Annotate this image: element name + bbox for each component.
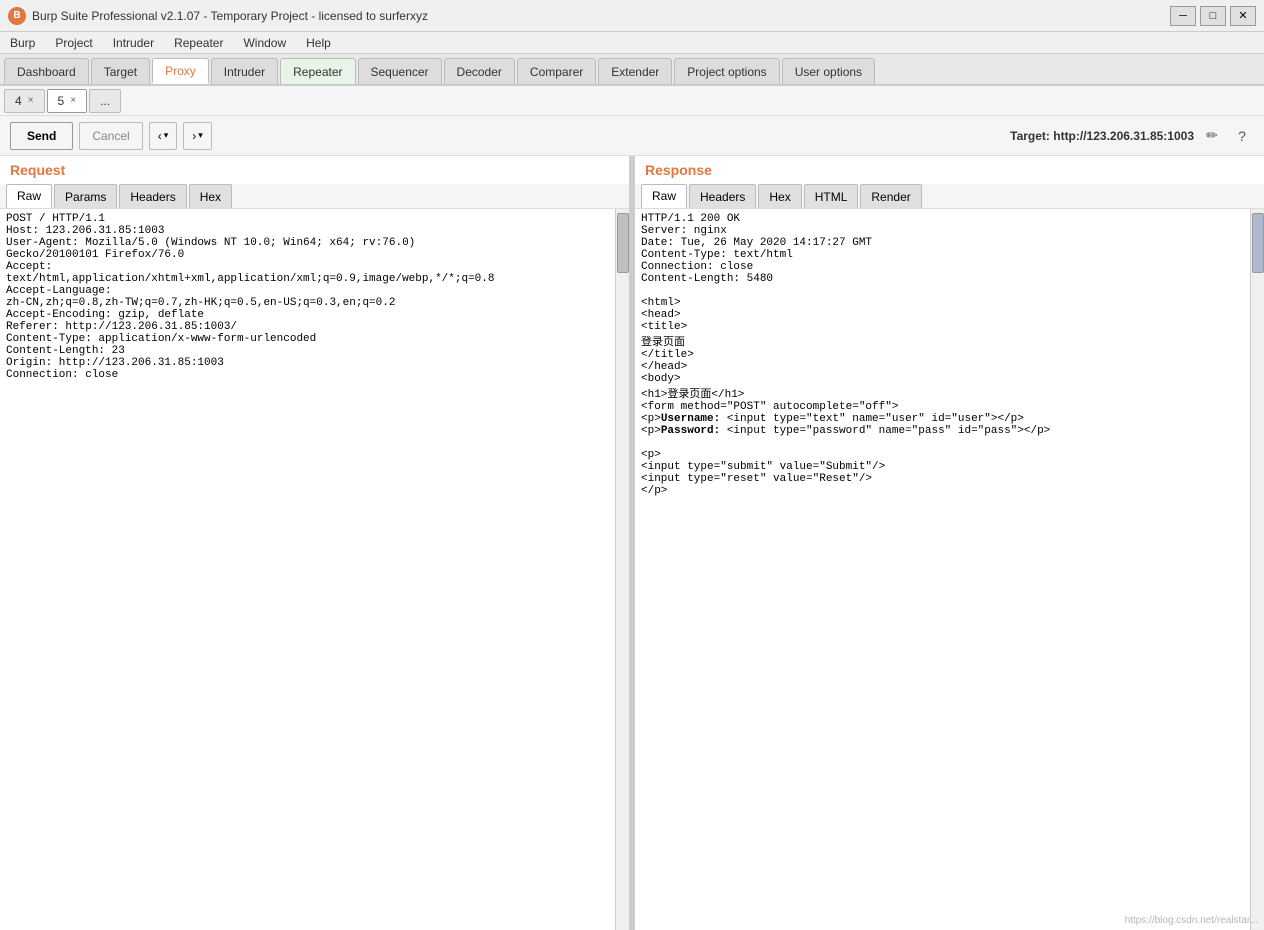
response-tab-raw[interactable]: Raw (641, 184, 687, 208)
menu-project[interactable]: Project (49, 34, 98, 52)
send-button[interactable]: Send (10, 122, 73, 150)
close-tab-4-icon[interactable]: × (28, 95, 34, 106)
tab-user-options[interactable]: User options (782, 58, 875, 84)
toolbar: Send Cancel ‹ ▾ › ▾ Target: http://123.2… (0, 116, 1264, 156)
tab-comparer[interactable]: Comparer (517, 58, 596, 84)
tab-project-options[interactable]: Project options (674, 58, 779, 84)
response-tab-hex[interactable]: Hex (758, 184, 801, 208)
request-tab-hex[interactable]: Hex (189, 184, 232, 208)
tab-target[interactable]: Target (91, 58, 150, 84)
tab-repeater[interactable]: Repeater (280, 58, 355, 84)
tab-proxy[interactable]: Proxy (152, 58, 209, 84)
request-scrollbar[interactable] (615, 209, 629, 930)
request-tab-headers[interactable]: Headers (119, 184, 186, 208)
minimize-button[interactable]: ─ (1170, 6, 1196, 26)
tab-dashboard[interactable]: Dashboard (4, 58, 89, 84)
request-panel: Request Raw Params Headers Hex POST / HT… (0, 156, 631, 930)
request-raw-text: POST / HTTP/1.1 Host: 123.206.31.85:1003… (0, 209, 629, 930)
menu-intruder[interactable]: Intruder (107, 34, 160, 52)
menu-window[interactable]: Window (237, 34, 292, 52)
response-raw-text: HTTP/1.1 200 OK Server: nginx Date: Tue,… (635, 209, 1264, 930)
title-bar-title: Burp Suite Professional v2.1.07 - Tempor… (32, 9, 428, 23)
tab-intruder[interactable]: Intruder (211, 58, 278, 84)
response-scrollbar-thumb[interactable] (1252, 213, 1264, 273)
tab-extender[interactable]: Extender (598, 58, 672, 84)
request-tab-params[interactable]: Params (54, 184, 117, 208)
main-tabs: Dashboard Target Proxy Intruder Repeater… (0, 54, 1264, 86)
menu-repeater[interactable]: Repeater (168, 34, 229, 52)
maximize-button[interactable]: □ (1200, 6, 1226, 26)
tab-sequencer[interactable]: Sequencer (358, 58, 442, 84)
response-title: Response (635, 156, 1264, 184)
close-tab-5-icon[interactable]: × (70, 95, 76, 106)
response-tabs: Raw Headers Hex HTML Render (635, 184, 1264, 209)
chevron-down-right-icon: ▾ (198, 130, 203, 141)
chevron-right-icon: › (192, 129, 196, 143)
watermark: https://blog.csdn.net/realstar... (1125, 915, 1258, 926)
request-tabs: Raw Params Headers Hex (0, 184, 629, 209)
title-bar-left: B Burp Suite Professional v2.1.07 - Temp… (8, 7, 428, 25)
content-area: Request Raw Params Headers Hex POST / HT… (0, 156, 1264, 930)
menu-burp[interactable]: Burp (4, 34, 41, 52)
nav-next-button[interactable]: › ▾ (183, 122, 212, 150)
tab-decoder[interactable]: Decoder (444, 58, 515, 84)
title-bar: B Burp Suite Professional v2.1.07 - Temp… (0, 0, 1264, 32)
response-panel: Response Raw Headers Hex HTML Render HTT… (635, 156, 1264, 930)
sub-tab-4[interactable]: 4 × (4, 89, 45, 113)
request-content: POST / HTTP/1.1 Host: 123.206.31.85:1003… (0, 209, 629, 930)
sub-tab-more[interactable]: ... (89, 89, 121, 113)
title-bar-controls: ─ □ ✕ (1170, 6, 1256, 26)
request-tab-raw[interactable]: Raw (6, 184, 52, 208)
target-label: Target: http://123.206.31.85:1003 (1010, 129, 1194, 143)
response-scrollbar[interactable] (1250, 209, 1264, 930)
response-tab-headers[interactable]: Headers (689, 184, 756, 208)
nav-prev-button[interactable]: ‹ ▾ (149, 122, 178, 150)
app-logo: B (8, 7, 26, 25)
response-tab-render[interactable]: Render (860, 184, 921, 208)
request-title: Request (0, 156, 629, 184)
chevron-left-icon: ‹ (158, 129, 162, 143)
cancel-button[interactable]: Cancel (79, 122, 142, 150)
menu-bar: Burp Project Intruder Repeater Window He… (0, 32, 1264, 54)
chevron-down-left-icon: ▾ (164, 130, 169, 141)
close-button[interactable]: ✕ (1230, 6, 1256, 26)
edit-target-button[interactable]: ✏ (1200, 124, 1224, 148)
response-content: HTTP/1.1 200 OK Server: nginx Date: Tue,… (635, 209, 1264, 930)
menu-help[interactable]: Help (300, 34, 337, 52)
sub-tab-5[interactable]: 5 × (47, 89, 88, 113)
request-scrollbar-thumb[interactable] (617, 213, 629, 273)
response-tab-html[interactable]: HTML (804, 184, 859, 208)
sub-tabs-bar: 4 × 5 × ... (0, 86, 1264, 116)
help-button[interactable]: ? (1230, 124, 1254, 148)
